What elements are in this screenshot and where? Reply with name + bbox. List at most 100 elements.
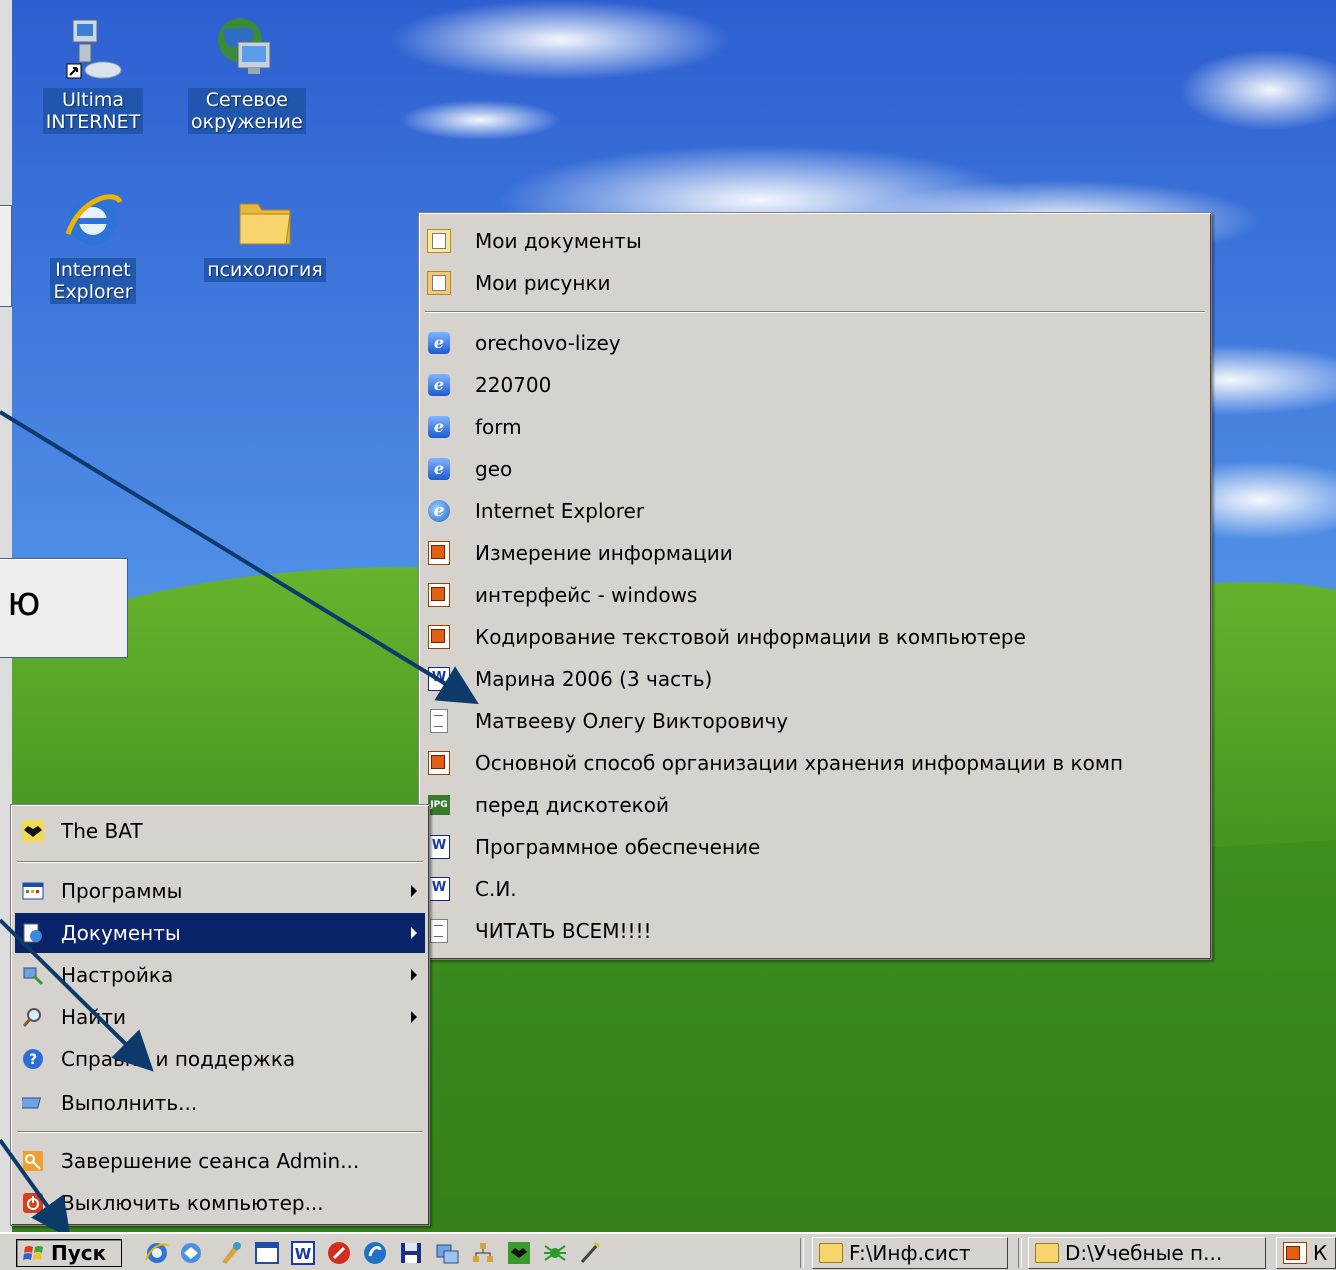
document-menu-item[interactable]: W С.И.: [427, 869, 1203, 909]
start-menu-item[interactable]: Завершение сеанса Admin...: [15, 1141, 425, 1181]
start-button[interactable]: Пуск: [16, 1239, 122, 1267]
document-menu-item-label: Мои рисунки: [475, 271, 611, 295]
document-item-icon-wrap: [427, 919, 451, 943]
desktop-icon-label: INTERNET: [45, 111, 141, 133]
desktop-icon-folder-psychology[interactable]: психология: [200, 188, 330, 282]
desktop-icon-internet-explorer[interactable]: Internet Explorer: [38, 188, 148, 304]
word-document-icon: W: [428, 835, 450, 859]
desktop-icon-network-places[interactable]: Сетевое окружение: [188, 14, 306, 134]
start-menu-item-label: The BAT: [61, 819, 143, 843]
desktop-icon-ultima-internet[interactable]: Ultima INTERNET: [38, 14, 148, 134]
start-button-label: Пуск: [51, 1241, 107, 1265]
quicklaunch-spider-icon[interactable]: [542, 1240, 568, 1266]
logoff-icon: [21, 1149, 45, 1173]
taskbar-button-label: F:\Инф.сист: [849, 1241, 971, 1265]
menu-separator: [17, 861, 423, 863]
taskbar-separator: [800, 1238, 804, 1268]
document-menu-item-label: перед дискотекой: [475, 793, 669, 817]
document-menu-item[interactable]: W Программное обеспечение: [427, 827, 1203, 867]
settings-icon: [21, 963, 45, 987]
start-menu-item-label: Настройка: [61, 963, 174, 987]
powerpoint-icon: [428, 541, 450, 565]
desktop-icon-label: психология: [207, 259, 323, 281]
word-document-icon: W: [428, 877, 450, 901]
document-menu-item-label: Марина 2006 (3 часть): [475, 667, 713, 691]
document-menu-item-label: Измерение информации: [475, 541, 733, 565]
start-menu-item-label: Завершение сеанса Admin...: [61, 1149, 360, 1173]
document-menu-item[interactable]: JPG перед дискотекой: [427, 785, 1203, 825]
document-menu-item[interactable]: W Марина 2006 (3 часть): [427, 659, 1203, 699]
quicklaunch-browser-icon[interactable]: [362, 1240, 388, 1266]
document-menu-item-label: Internet Explorer: [475, 499, 645, 523]
taskbar-button-uchebnye[interactable]: D:\Учебные п...: [1028, 1237, 1266, 1269]
document-menu-item-label: Матвееву Олегу Викторовичу: [475, 709, 789, 733]
document-item-icon-wrap: [427, 541, 451, 565]
run-icon: [21, 1091, 45, 1115]
document-menu-item[interactable]: e 220700: [427, 365, 1203, 405]
document-item-icon-wrap: W: [427, 877, 451, 901]
document-menu-item[interactable]: e form: [427, 407, 1203, 447]
document-menu-item[interactable]: Мои документы: [427, 221, 1203, 261]
document-item-icon-wrap: W: [427, 835, 451, 859]
help-icon: ?: [21, 1047, 45, 1071]
document-menu-item[interactable]: Матвееву Олегу Викторовичу: [427, 701, 1203, 741]
quicklaunch-tree-icon[interactable]: [470, 1240, 496, 1266]
taskbar-button-inf-sist[interactable]: F:\Инф.сист: [812, 1237, 1008, 1269]
quicklaunch-wand-icon[interactable]: [578, 1240, 604, 1266]
quicklaunch-bat-icon[interactable]: [506, 1240, 532, 1266]
internet-shortcut-icon: e: [428, 374, 450, 396]
powerpoint-icon: [1283, 1242, 1307, 1264]
svg-text:W: W: [295, 1245, 312, 1263]
taskbar: Пуск W F:\Инф.сист D:\Учебные п... К: [0, 1232, 1336, 1270]
taskbar-button-label: D:\Учебные п...: [1065, 1241, 1223, 1265]
quicklaunch-network-icon[interactable]: [434, 1240, 460, 1266]
start-menu-item[interactable]: The BAT: [15, 811, 425, 851]
start-menu-item-label: Справка и поддержка: [61, 1047, 296, 1071]
start-menu-item[interactable]: Настройка: [15, 955, 425, 995]
quicklaunch-save-icon[interactable]: [398, 1240, 424, 1266]
document-menu-item-label: ЧИТАТЬ ВСЕМ!!!!: [475, 919, 652, 943]
document-item-icon-wrap: [427, 751, 451, 775]
submenu-arrow-icon: [411, 1011, 417, 1023]
quicklaunch-outlook-icon[interactable]: [178, 1240, 204, 1266]
document-menu-item-label: orechovo-lizey: [475, 331, 621, 355]
document-menu-item[interactable]: Мои рисунки: [427, 263, 1203, 303]
document-menu-item[interactable]: ЧИТАТЬ ВСЕМ!!!!: [427, 911, 1203, 951]
submenu-arrow-icon: [411, 927, 417, 939]
document-menu-item-label: form: [475, 415, 522, 439]
desktop-icon-label: Ultima: [61, 89, 125, 111]
internet-explorer-icon: e: [428, 500, 450, 522]
my-pictures-icon: [427, 271, 451, 295]
start-menu-item[interactable]: ? Справка и поддержка: [15, 1039, 425, 1079]
document-item-icon-wrap: e: [427, 457, 451, 481]
taskbar-button-presentation[interactable]: К: [1276, 1237, 1336, 1269]
start-menu-item[interactable]: Документы: [15, 913, 425, 953]
document-menu-item[interactable]: интерфейс - windows: [427, 575, 1203, 615]
document-menu-item[interactable]: Измерение информации: [427, 533, 1203, 573]
start-menu-item[interactable]: Выполнить...: [15, 1083, 425, 1123]
start-menu: The BAT Программы Документы Настройка Найти?…: [10, 804, 430, 1226]
quicklaunch-paint-icon[interactable]: [218, 1240, 244, 1266]
start-menu-item-label: Программы: [61, 879, 183, 903]
quicklaunch-opera-icon[interactable]: [326, 1240, 352, 1266]
desktop-icon-label: Сетевое: [205, 89, 288, 111]
search-icon: [21, 1005, 45, 1029]
document-menu-item[interactable]: Основной способ организации хранения инф…: [427, 743, 1203, 783]
document-menu-item[interactable]: e orechovo-lizey: [427, 323, 1203, 363]
document-menu-item-label: Кодирование текстовой информации в компь…: [475, 625, 1026, 649]
start-menu-item[interactable]: Программы: [15, 871, 425, 911]
internet-explorer-icon: [65, 194, 123, 245]
internet-shortcut-icon: e: [428, 332, 450, 354]
callout-text: ю: [7, 579, 41, 625]
document-menu-item[interactable]: e Internet Explorer: [427, 491, 1203, 531]
start-menu-item[interactable]: Найти: [15, 997, 425, 1037]
quicklaunch-window-icon[interactable]: [254, 1240, 280, 1266]
document-menu-item[interactable]: e geo: [427, 449, 1203, 489]
document-menu-item-label: geo: [475, 457, 513, 481]
start-menu-item[interactable]: Выключить компьютер...: [15, 1183, 425, 1223]
quicklaunch-word-icon[interactable]: W: [290, 1240, 316, 1266]
jpg-image-icon: JPG: [428, 795, 450, 815]
document-item-icon-wrap: e: [427, 331, 451, 355]
quicklaunch-ie-icon[interactable]: [144, 1240, 170, 1266]
document-menu-item[interactable]: Кодирование текстовой информации в компь…: [427, 617, 1203, 657]
